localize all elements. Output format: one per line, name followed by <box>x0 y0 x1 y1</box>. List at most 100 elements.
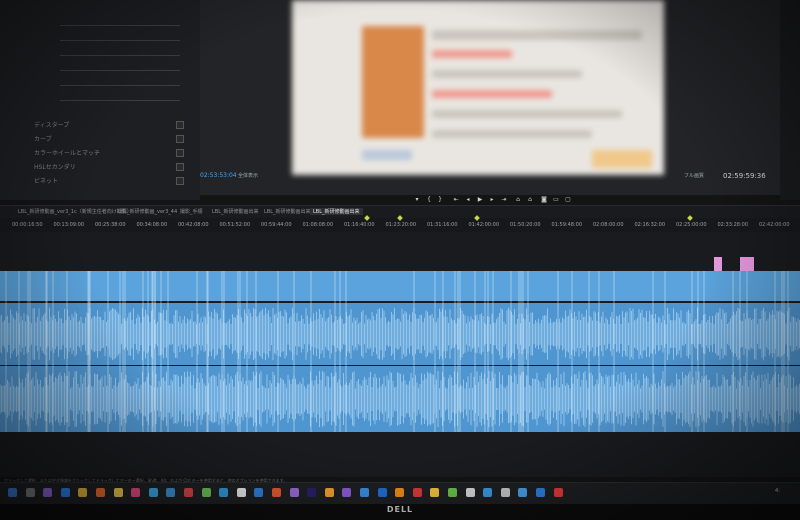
search-icon[interactable] <box>25 488 35 497</box>
frame-block <box>362 26 424 138</box>
source-timecode[interactable]: 02:53:53:04 <box>200 172 237 179</box>
ruler-timecode: 00:00:16:50 <box>12 222 43 228</box>
sequence-tab[interactable]: LBL_新研修動画出来 <box>212 208 259 215</box>
video-frame <box>292 0 664 175</box>
app-icon-10[interactable] <box>254 488 264 497</box>
folder-icon[interactable] <box>113 488 123 497</box>
app-icon-6[interactable] <box>184 488 193 497</box>
sequence-tab[interactable]: LBL_新研修動画出来 <box>264 208 311 215</box>
app-icon-11[interactable] <box>272 488 281 497</box>
app-icon-20[interactable] <box>465 488 475 497</box>
app-icon-12[interactable] <box>289 488 299 497</box>
app-icon-17[interactable] <box>412 488 422 497</box>
app-icon-5[interactable] <box>166 488 176 497</box>
fx-slider[interactable] <box>60 25 180 26</box>
fx-checkbox[interactable] <box>176 177 184 185</box>
ruler-timecode: 01:23:20:00 <box>385 222 417 228</box>
lift-icon[interactable]: ⌂ <box>514 196 522 203</box>
sequence-tab[interactable]: LBL_新研修動画_ver3_1c（新規主任者向け概要） <box>18 208 132 215</box>
app-icon-22[interactable] <box>500 488 510 497</box>
fx-slider[interactable] <box>60 70 180 71</box>
fx-item[interactable]: カーブ <box>34 134 52 144</box>
source-fit-dropdown[interactable]: 全体表示 <box>238 172 258 179</box>
ruler-timecode: 00:51:52:00 <box>219 222 251 228</box>
ruler-timecode: 00:42:08:00 <box>178 222 209 228</box>
fx-slider[interactable] <box>60 100 180 101</box>
vr-icon[interactable]: ▢ <box>564 196 572 203</box>
go-to-in-icon[interactable]: ⇤ <box>452 196 460 203</box>
ruler-timecode: 01:16:40:00 <box>344 222 375 228</box>
export-frame-icon[interactable]: ◙ <box>540 196 548 203</box>
ruler-timecode: 02:25:00:00 <box>676 222 707 228</box>
ruler-timecode: 01:59:48:00 <box>551 222 583 228</box>
app-icon-25[interactable] <box>553 488 563 497</box>
frame-block <box>432 70 582 78</box>
app-icon-4[interactable] <box>148 488 158 497</box>
app-icon-19[interactable] <box>448 488 457 497</box>
frame-block <box>432 90 552 98</box>
app-icon-24[interactable] <box>536 488 545 497</box>
in-point-icon[interactable]: { <box>425 196 433 203</box>
fx-checkbox[interactable] <box>176 163 184 171</box>
ruler-timecode: 00:25:38:00 <box>95 222 126 228</box>
ruler-timecode: 02:08:00:00 <box>593 222 624 228</box>
fx-item[interactable]: カラーホイールとマッチ <box>34 148 100 158</box>
fx-item[interactable]: ディスタープ <box>34 120 69 130</box>
program-timecode[interactable]: 02:59:59:36 <box>723 172 766 180</box>
fx-slider[interactable] <box>60 40 180 41</box>
app-icon-3[interactable] <box>131 488 141 497</box>
frame-block <box>432 130 592 138</box>
clip-marker[interactable] <box>714 257 722 271</box>
step-back-icon[interactable]: ◂ <box>464 196 472 203</box>
app-icon-9[interactable] <box>236 488 246 497</box>
fx-item[interactable]: HSLセカンダリ <box>34 162 76 172</box>
firefox-icon[interactable] <box>96 488 105 497</box>
frame-block <box>362 150 412 160</box>
windows-icon[interactable] <box>8 488 17 497</box>
fx-slider[interactable] <box>60 55 180 56</box>
fit-dropdown[interactable]: フル画質 <box>684 172 704 179</box>
fx-checkbox[interactable] <box>176 135 184 143</box>
ruler-timecode: 00:59:44:00 <box>261 222 292 228</box>
sequence-tab[interactable]: 撮影_手順 <box>180 208 203 215</box>
compare-icon[interactable]: ▭ <box>552 196 560 203</box>
fx-slider[interactable] <box>60 85 180 86</box>
app-icon-16[interactable] <box>377 488 387 497</box>
vlc-icon[interactable] <box>395 488 405 497</box>
audio-meter <box>780 0 800 200</box>
frame-block <box>432 30 642 40</box>
fx-checkbox[interactable] <box>176 149 184 157</box>
app-icon-13[interactable] <box>324 488 334 497</box>
tray-clock[interactable]: 4: <box>775 488 780 494</box>
out-point-icon[interactable]: } <box>436 196 444 203</box>
ruler-timecode: 00:13:09:00 <box>53 222 85 228</box>
app-icon-23[interactable] <box>518 488 528 497</box>
app-icon-14[interactable] <box>342 488 352 497</box>
app-icon-1[interactable] <box>43 488 53 497</box>
ruler-timecode: 02:42:00:00 <box>759 222 790 228</box>
fx-item[interactable]: ビネット <box>34 176 58 186</box>
clip-edit-lines <box>5 271 789 432</box>
app-icon-21[interactable] <box>483 488 493 497</box>
ruler-timecode: 01:42:00:00 <box>468 222 500 228</box>
sequence-tab[interactable]: LBL_新研修動画_ver3_44 <box>118 208 177 215</box>
app-icon-15[interactable] <box>360 488 369 497</box>
marker-icon[interactable]: ▾ <box>413 196 421 203</box>
ruler-timecode: 02:33:28:00 <box>717 222 749 228</box>
chrome-icon[interactable] <box>78 488 88 497</box>
play-icon[interactable]: ▶ <box>476 196 484 203</box>
frame-block <box>432 50 512 58</box>
go-to-out-icon[interactable]: ⇥ <box>500 196 508 203</box>
app-icon-7[interactable] <box>201 488 211 497</box>
premiere-icon[interactable] <box>307 488 317 497</box>
app-icon-18[interactable] <box>430 488 440 497</box>
fx-checkbox[interactable] <box>176 121 184 129</box>
sequence-tab-active[interactable]: LBL_新研修動画出来 <box>310 208 363 215</box>
app-icon-2[interactable] <box>60 488 70 497</box>
extract-icon[interactable]: ⌂ <box>526 196 534 203</box>
app-icon-8[interactable] <box>219 488 229 497</box>
ruler-timecode: 00:34:08:00 <box>136 222 168 228</box>
clip-marker[interactable] <box>740 257 754 271</box>
step-forward-icon[interactable]: ▸ <box>488 196 496 203</box>
frame-block <box>592 150 652 168</box>
